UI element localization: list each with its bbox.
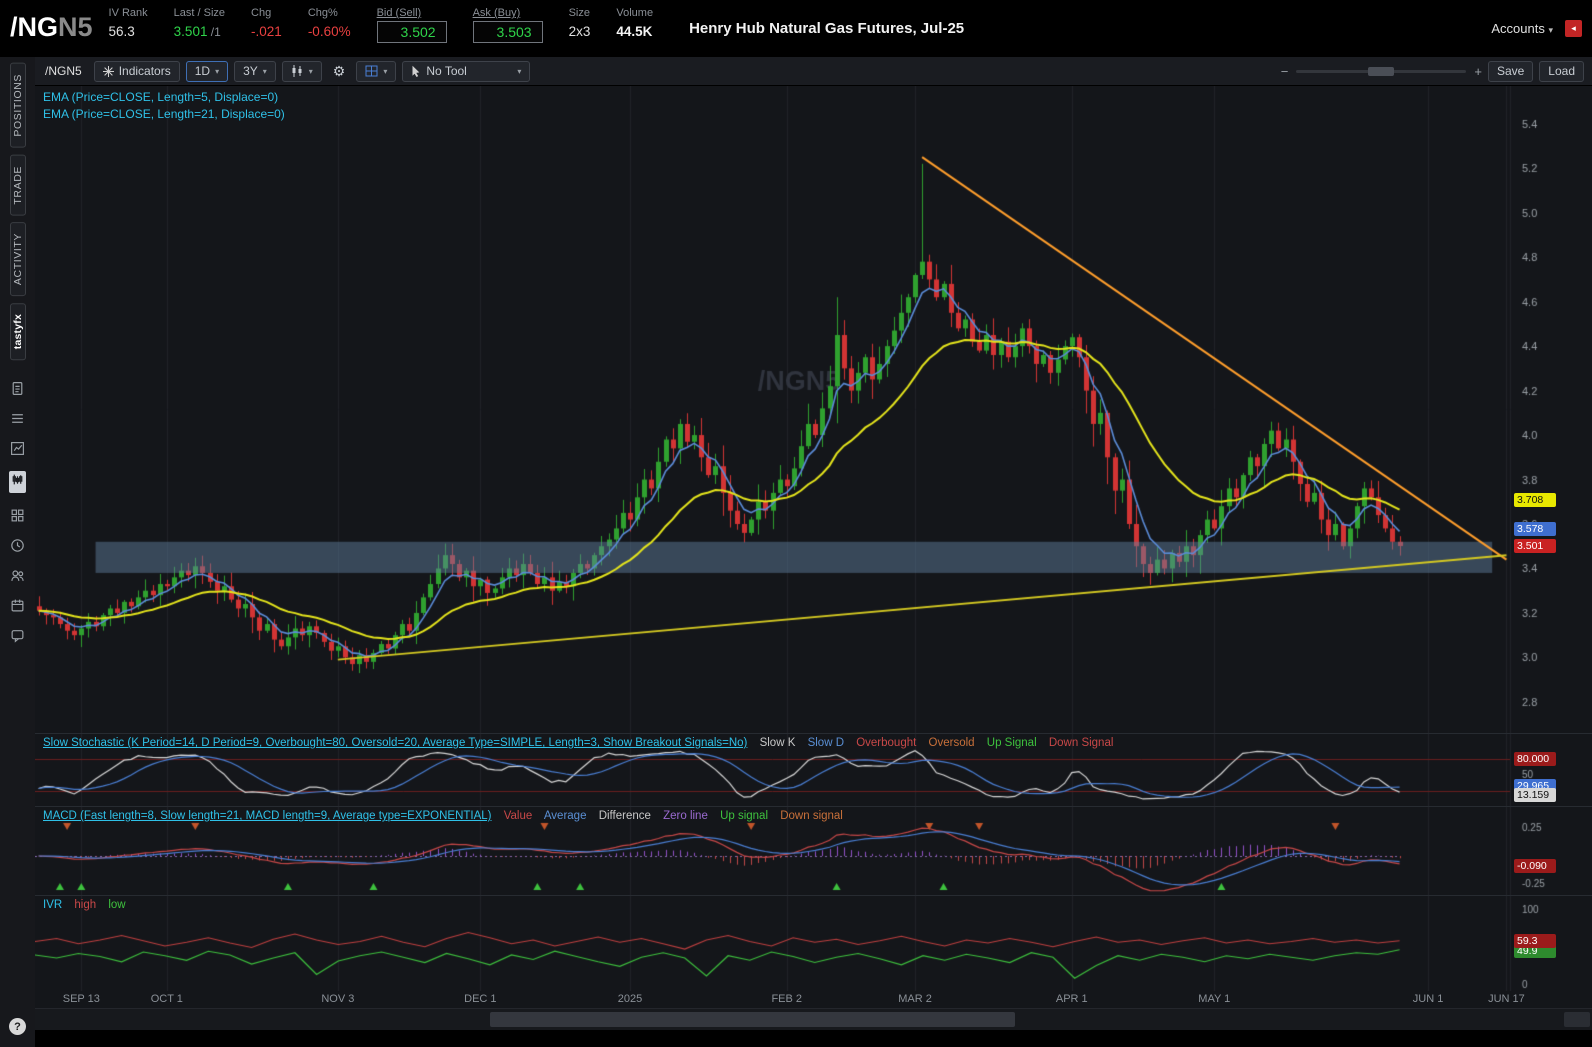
macd-panel: MACD (Fast length=8, Slow length=21, MAC… — [35, 807, 1592, 895]
symbol-root: /NG — [10, 12, 58, 42]
chevron-down-icon: ▾ — [1548, 25, 1553, 35]
zoom-control: − + — [1281, 64, 1482, 79]
x-axis-label: SEP 13 — [63, 993, 100, 1005]
zoom-slider-handle[interactable] — [1368, 67, 1394, 76]
range-dropdown[interactable]: 3Y ▾ — [234, 61, 276, 82]
accounts-dropdown[interactable]: Accounts ▾ — [1491, 21, 1553, 36]
chevron-down-icon: ▾ — [517, 67, 521, 76]
chart-symbol-input[interactable]: /NGN5 — [43, 64, 88, 78]
zoom-out-button[interactable]: − — [1281, 64, 1289, 79]
stat-last-size: Last / Size 3.501 /1 — [174, 0, 225, 57]
grid-layout-icon[interactable] — [10, 508, 25, 523]
line-chart-icon[interactable] — [10, 441, 25, 456]
x-axis-label: APR 1 — [1056, 993, 1088, 1005]
x-axis-label: DEC 1 — [464, 993, 496, 1005]
axis-value-tag: 3.708 — [1514, 493, 1556, 507]
list-icon[interactable] — [10, 411, 25, 426]
ema21-study-label[interactable]: EMA (Price=CLOSE, Length=21, Displace=0) — [43, 106, 285, 123]
instrument-title: Henry Hub Natural Gas Futures, Jul-25 — [689, 20, 964, 37]
left-sidebar: POSITIONS TRADE ACTIVITY tastyfx ? — [0, 57, 35, 1047]
axis-value-tag: 13.159 — [1514, 788, 1556, 802]
stat-size: Size 2x3 — [569, 0, 591, 57]
ivr-panel: IVR high low 49.959.3 — [35, 896, 1592, 991]
chevron-down-icon: ▾ — [309, 67, 313, 76]
chevron-down-icon: ▾ — [263, 67, 267, 76]
x-axis-label: FEB 2 — [771, 993, 802, 1005]
stat-bid: Bid (Sell) 3.502 — [377, 0, 447, 57]
stat-chg-pct: Chg% -0.60% — [308, 0, 351, 57]
ema5-study-label[interactable]: EMA (Price=CLOSE, Length=5, Displace=0) — [43, 89, 285, 106]
macd-legend: MACD (Fast length=8, Slow length=21, MAC… — [43, 808, 852, 825]
stochastic-study-label[interactable]: Slow Stochastic (K Period=14, D Period=9… — [43, 737, 747, 749]
help-icon[interactable]: ? — [9, 1018, 26, 1035]
symbol-title: /NGN5 — [0, 0, 109, 57]
chevron-down-icon: ▾ — [215, 67, 219, 76]
stat-ask: Ask (Buy) 3.503 — [473, 0, 543, 57]
symbol-contract: N5 — [58, 12, 93, 42]
chevron-down-icon: ▾ — [383, 67, 387, 76]
time-axis: SEP 13 OCT 1 NOV 3 DEC 1 2025 FEB 2 MAR 2 APR 1… — [35, 991, 1592, 1008]
candlestick-chart-icon[interactable] — [9, 471, 26, 493]
ask-button[interactable]: 3.503 — [473, 21, 543, 43]
stat-chg: Chg -.021 — [251, 0, 282, 57]
chart-area: EMA (Price=CLOSE, Length=5, Displace=0) … — [35, 86, 1592, 991]
drawing-tool-dropdown[interactable]: No Tool ▾ — [402, 61, 530, 82]
x-axis-label: NOV 3 — [321, 993, 354, 1005]
cursor-icon — [411, 65, 421, 77]
indicators-button[interactable]: Indicators — [94, 61, 180, 82]
grid-icon — [365, 65, 378, 77]
ivr-legend: IVR high low — [43, 897, 135, 914]
axis-value-tag: 3.501 — [1514, 539, 1556, 553]
sidebar-tab-positions[interactable]: POSITIONS — [10, 63, 26, 148]
stat-volume: Volume 44.5K — [616, 0, 653, 57]
price-chart-panel: EMA (Price=CLOSE, Length=5, Displace=0) … — [35, 86, 1592, 733]
x-axis-label: JUN 17 — [1488, 993, 1525, 1005]
grid-layout-dropdown[interactable]: ▾ — [356, 61, 396, 82]
document-icon[interactable] — [10, 381, 25, 396]
x-axis-label: MAR 2 — [898, 993, 932, 1005]
zoom-in-button[interactable]: + — [1474, 64, 1482, 79]
save-button[interactable]: Save — [1488, 61, 1533, 82]
x-axis-label: JUN 1 — [1413, 993, 1444, 1005]
chart-type-icon — [291, 65, 304, 77]
sidebar-tab-trade[interactable]: TRADE — [10, 155, 26, 216]
axis-value-tag: 59.3 — [1514, 934, 1556, 948]
axis-value-tag: 80.000 — [1514, 752, 1556, 766]
macd-study-label[interactable]: MACD (Fast length=8, Slow length=21, MAC… — [43, 810, 492, 822]
timeframe-dropdown[interactable]: 1D ▾ — [186, 61, 228, 82]
sidebar-tab-tastyfx[interactable]: tastyfx — [10, 303, 26, 360]
load-button[interactable]: Load — [1539, 61, 1584, 82]
price-chart-canvas[interactable] — [35, 86, 1592, 733]
chart-toolbar: /NGN5 Indicators 1D ▾ 3Y ▾ ▾ ⚙ ▾ — [35, 57, 1592, 86]
settings-gear-icon[interactable]: ⚙ — [328, 63, 351, 80]
scrollbar-corner[interactable] — [1564, 1012, 1590, 1027]
indicators-icon — [103, 66, 114, 77]
stochastic-legend: Slow Stochastic (K Period=14, D Period=9… — [43, 735, 1122, 752]
chat-icon[interactable] — [10, 628, 25, 643]
quote-header: /NGN5 IV Rank 56.3 Last / Size 3.501 /1 … — [0, 0, 1592, 57]
x-axis-label: 2025 — [618, 993, 642, 1005]
zoom-slider[interactable] — [1296, 70, 1466, 73]
axis-value-tag: 3.578 — [1514, 522, 1556, 536]
scrollbar-handle[interactable] — [490, 1012, 1015, 1027]
x-axis-label: OCT 1 — [151, 993, 183, 1005]
stochastic-panel: Slow Stochastic (K Period=14, D Period=9… — [35, 734, 1592, 806]
stat-iv-rank: IV Rank 56.3 — [109, 0, 148, 57]
ivr-study-label[interactable]: IVR — [43, 899, 62, 911]
clock-icon[interactable] — [10, 538, 25, 553]
ivr-canvas[interactable] — [35, 896, 1592, 991]
bid-button[interactable]: 3.502 — [377, 21, 447, 43]
sidebar-tab-activity[interactable]: ACTIVITY — [10, 222, 26, 296]
collapse-header-button[interactable]: ◂ — [1565, 20, 1582, 37]
x-axis-label: MAY 1 — [1198, 993, 1230, 1005]
calendar-icon[interactable] — [10, 598, 25, 613]
time-scrollbar[interactable] — [35, 1008, 1592, 1030]
chart-type-dropdown[interactable]: ▾ — [282, 61, 322, 82]
price-studies-legend: EMA (Price=CLOSE, Length=5, Displace=0) … — [43, 89, 285, 123]
axis-value-tag: -0.090 — [1514, 859, 1556, 873]
people-icon[interactable] — [10, 568, 25, 583]
